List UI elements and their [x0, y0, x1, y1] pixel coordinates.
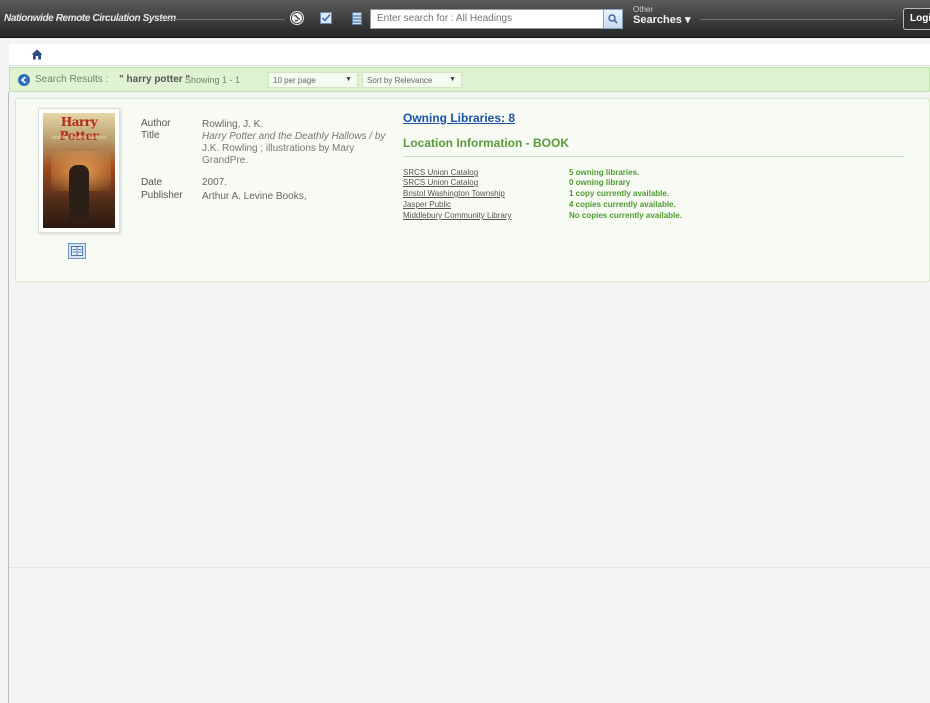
top-navigation-bar: Nationwide Remote Circulation System Oth…	[0, 0, 930, 38]
table-of-contents-icon[interactable]	[68, 243, 86, 259]
search-input[interactable]	[377, 13, 598, 24]
library-status: No copies currently available.	[569, 211, 682, 220]
library-row: Jasper Public 4 copies currently availabl…	[403, 200, 676, 209]
page-divider	[9, 567, 930, 568]
per-page-select[interactable]: 10 per page ▼	[268, 72, 358, 88]
library-link[interactable]: SRCS Union Catalog	[403, 178, 569, 187]
date-label: Date	[141, 177, 163, 188]
publisher-label: Publisher	[141, 190, 183, 201]
publisher-value: Arthur A. Levine Books,	[202, 191, 307, 202]
checklist-icon[interactable]	[318, 10, 334, 26]
back-icon[interactable]	[18, 74, 30, 86]
library-row: Bristol Washington Township 1 copy curren…	[403, 189, 669, 198]
library-link[interactable]: SRCS Union Catalog	[403, 168, 569, 177]
title-divider	[160, 19, 285, 20]
library-row: SRCS Union Catalog 5 owning libraries.	[403, 168, 639, 177]
database-icon[interactable]	[349, 10, 365, 26]
location-divider	[403, 156, 905, 157]
search-input-wrapper[interactable]	[370, 9, 605, 29]
title-value[interactable]: Harry Potter and the Deathly Hallows / b…	[202, 131, 392, 167]
search-results-bar: Search Results : " harry potter " Showin…	[9, 67, 930, 92]
title-main: Harry Potter and the Deathly Hallows / b…	[202, 131, 386, 142]
search-query: " harry potter "	[119, 74, 191, 85]
date-value: 2007.	[202, 177, 228, 188]
location-information-heading: Location Information - BOOK	[403, 136, 569, 150]
search-results-label: Search Results :	[35, 74, 109, 85]
cover-image: Harry Potter and the Deathly Hallows	[43, 113, 115, 228]
title-statement: J.K. Rowling ; illustrations by Mary Gra…	[202, 143, 355, 166]
title-divider	[700, 19, 895, 20]
search-button[interactable]	[603, 9, 623, 29]
cover-subtitle: and the Deathly Hallows	[52, 135, 106, 141]
chevron-down-icon: ▼	[449, 76, 456, 83]
sort-value: Sort by Relevance	[367, 76, 433, 85]
title-label: Title	[141, 130, 160, 141]
other-searches-menu[interactable]: Other Searches ▾	[633, 5, 691, 27]
library-row: Middlebury Community Library No copies cu…	[403, 211, 682, 220]
author-label: Author	[141, 118, 171, 129]
author-value: Rowling, J. K.	[202, 119, 264, 130]
search-icon	[608, 14, 618, 24]
library-row: SRCS Union Catalog 0 owning library	[403, 178, 630, 187]
library-link[interactable]: Middlebury Community Library	[403, 211, 569, 220]
library-status: 4 copies currently available.	[569, 200, 676, 209]
library-status: 0 owning library	[569, 178, 631, 187]
sort-select[interactable]: Sort by Relevance ▼	[362, 72, 462, 88]
home-icon[interactable]	[31, 49, 43, 63]
globe-icon[interactable]	[290, 11, 304, 25]
app-title: Nationwide Remote Circulation System	[4, 13, 176, 24]
cover-figure	[69, 165, 89, 220]
chevron-down-icon: ▼	[345, 76, 352, 83]
login-button[interactable]: Login	[903, 8, 930, 30]
owning-libraries-link[interactable]: Owning Libraries: 8	[403, 111, 515, 125]
library-status: 5 owning libraries.	[569, 168, 640, 177]
home-bar	[9, 44, 930, 66]
library-link[interactable]: Jasper Public	[403, 200, 569, 209]
per-page-value: 10 per page	[273, 76, 316, 85]
other-searches-label: Searches ▾	[633, 14, 691, 26]
results-count: Showing 1 - 1	[185, 75, 241, 85]
library-link[interactable]: Bristol Washington Township	[403, 189, 569, 198]
book-cover[interactable]: Harry Potter and the Deathly Hallows	[38, 108, 120, 233]
other-searches-small-label: Other	[633, 5, 654, 14]
library-status: 1 copy currently available.	[569, 189, 670, 198]
